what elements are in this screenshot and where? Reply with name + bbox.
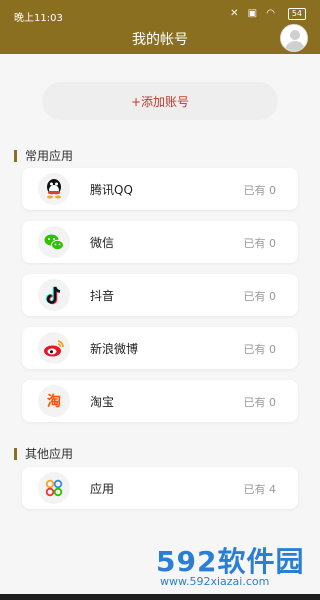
douyin-icon [38,279,70,311]
account-count: 已有 0 [243,290,277,303]
section-title-common: 常用应用 [14,150,73,162]
app-label: 淘宝 [90,395,115,409]
account-count: 已有 0 [243,343,277,356]
app-card-wechat[interactable]: 微信 已有 0 [22,221,298,263]
app-card-taobao[interactable]: 淘 淘宝 已有 0 [22,380,298,422]
apps-icon [38,472,70,504]
watermark: 592软件园 www.592xiazai.com [156,540,318,592]
status-icons: ✕ ▣ ◠ [230,8,278,19]
section-title-other: 其他应用 [14,448,73,460]
app-header: 我的帐号 [0,22,320,54]
avatar[interactable] [280,24,308,52]
battery-icon: 54 [287,8,306,20]
page-title: 我的帐号 [132,32,188,48]
account-count: 已有 4 [243,483,277,496]
wechat-icon [38,226,70,258]
app-label: 应用 [90,482,115,496]
app-label: 抖音 [90,289,115,303]
taobao-icon: 淘 [38,385,70,417]
weibo-icon [38,332,70,364]
qq-icon [38,173,70,205]
app-label: 腾讯QQ [90,183,133,197]
account-count: 已有 0 [243,237,277,250]
avatar-body-icon [285,41,305,51]
app-label: 新浪微博 [90,342,139,356]
app-card-apps[interactable]: 应用 已有 4 [22,467,298,509]
watermark-brand: 592软件园 [156,545,305,578]
add-account-button[interactable]: +添加账号 [42,82,278,120]
app-card-douyin[interactable]: 抖音 已有 0 [22,274,298,316]
app-card-qq[interactable]: 腾讯QQ 已有 0 [22,168,298,210]
app-label: 微信 [90,236,115,250]
account-count: 已有 0 [243,184,277,197]
svg-text:淘: 淘 [47,393,61,410]
avatar-head-icon [290,30,300,40]
watermark-url: www.592xiazai.com [160,575,270,588]
home-bar [0,594,320,600]
account-count: 已有 0 [243,396,277,409]
app-card-weibo[interactable]: 新浪微博 已有 0 [22,327,298,369]
